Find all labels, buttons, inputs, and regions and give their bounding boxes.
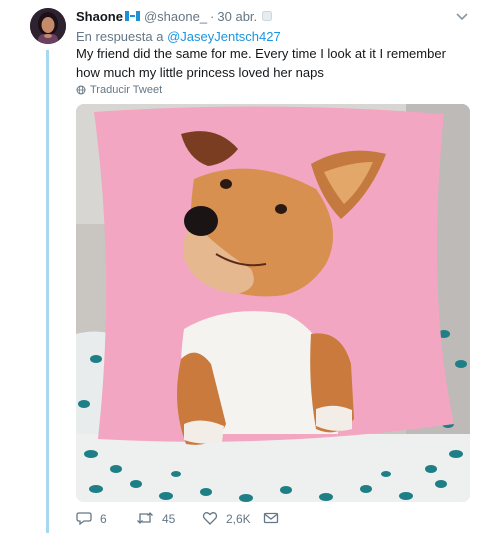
retweet-icon [136,511,154,528]
display-name[interactable]: Shaone [76,9,123,24]
retweet-button[interactable]: 45 [136,510,175,528]
reply-icon [76,511,92,528]
badge-icon [262,9,273,24]
translate-label: Traducir Tweet [90,84,163,96]
chevron-down-icon[interactable] [454,10,470,22]
tweet-actions: 6 45 2,6K [76,510,336,528]
user-handle[interactable]: @shaone_ [144,9,207,24]
reply-context: En respuesta a @JaseyJentsch427 [76,29,281,44]
globe-icon [76,85,86,95]
envelope-icon [263,511,279,528]
avatar[interactable] [30,8,66,44]
translate-tweet-link[interactable]: Traducir Tweet [76,84,162,96]
like-count: 2,6K [226,512,251,526]
tweet-text: My friend did the same for me. Every tim… [76,46,446,80]
reply-count: 6 [100,512,107,526]
tweet-photo[interactable] [76,104,470,502]
retweet-count: 45 [162,512,176,526]
header-separator: · [210,9,215,24]
direct-message-button[interactable] [263,510,279,528]
like-button[interactable]: 2,6K [202,510,251,528]
flag-icon [124,9,140,24]
tweet-header: Shaone @shaone_ · 30 abr. [76,9,273,24]
reply-prefix: En respuesta a [76,29,164,44]
tweet-date[interactable]: 30 abr. [217,9,257,24]
reply-button[interactable]: 6 [76,510,107,528]
heart-icon [202,511,218,528]
thread-line [46,50,49,533]
reply-mention-link[interactable]: @JaseyJentsch427 [167,29,281,44]
